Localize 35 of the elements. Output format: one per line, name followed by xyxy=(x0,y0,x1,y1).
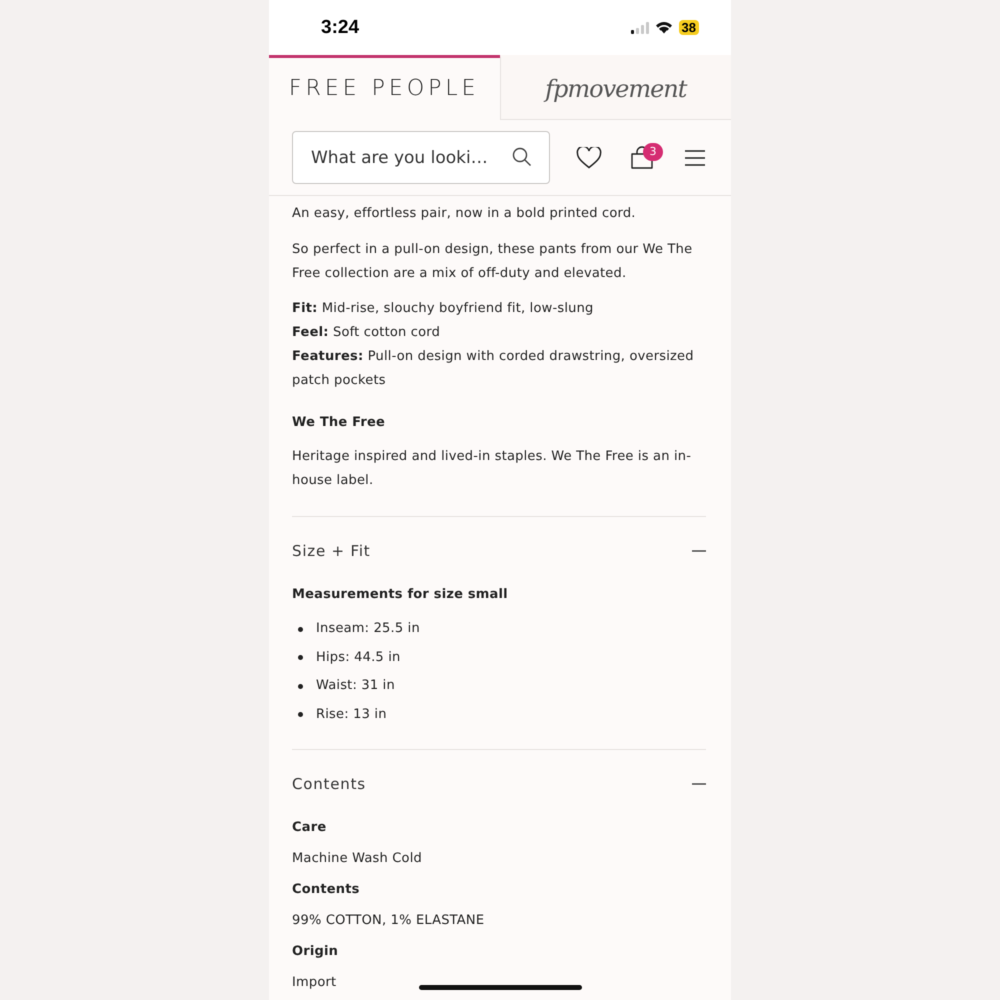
feature-line: Feel: Soft cotton cord xyxy=(292,324,442,342)
battery-level: 38 xyxy=(682,20,696,35)
clock-time: 3:24 xyxy=(321,16,360,38)
menu-icon[interactable] xyxy=(684,150,706,166)
feature-line: Features: Pull-on design with corded drawstring, oversized patch pockets xyxy=(292,348,695,390)
description-paragraph: An easy, effortless pair, now in a bold printed cord. xyxy=(292,205,637,223)
measurement-item: Hips: 44.5 in xyxy=(316,648,400,667)
brand-tab[interactable]: fpmovement xyxy=(500,55,731,120)
description-paragraph: So perfect in a pull-on design, these pants from our We The Free collection are a mix of off-duty and elevated. xyxy=(292,241,694,283)
detail-label: Care xyxy=(292,819,326,837)
signal-icon xyxy=(630,22,649,34)
bullet-icon xyxy=(298,712,303,718)
measurement-item: Waist: 31 in xyxy=(316,677,395,696)
detail-label: Origin xyxy=(292,943,338,961)
search-field[interactable]: What are you looki… xyxy=(292,131,550,184)
subheading: We The Free xyxy=(292,414,386,432)
bullet-icon xyxy=(298,655,303,660)
detail-value: Import xyxy=(292,974,336,992)
detail-value: Machine Wash Cold xyxy=(292,850,422,868)
description-paragraph: Heritage inspired and lived-in staples. We The Free is an in-house label. xyxy=(292,448,692,490)
feature-line: Fit: Mid-rise, slouchy boyfriend fit, low-slung xyxy=(292,300,594,318)
subheading: Measurements for size small xyxy=(292,586,509,604)
cart-count-badge: 3 xyxy=(643,142,663,160)
heart-icon[interactable] xyxy=(576,146,602,168)
wifi-icon xyxy=(654,21,673,34)
measurement-item: Inseam: 25.5 in xyxy=(316,620,420,638)
bullet-icon xyxy=(298,626,303,632)
detail-label: Contents xyxy=(292,881,360,899)
detail-value: 99% COTTON, 1% ELASTANE xyxy=(292,912,484,930)
shopping-bag-icon[interactable] xyxy=(630,146,654,170)
section-title[interactable]: Size + Fit xyxy=(292,539,370,563)
measurement-item: Rise: 13 in xyxy=(316,706,387,724)
section-title[interactable]: Contents xyxy=(292,772,366,796)
bullet-icon xyxy=(298,684,303,689)
search-icon[interactable] xyxy=(512,147,532,167)
